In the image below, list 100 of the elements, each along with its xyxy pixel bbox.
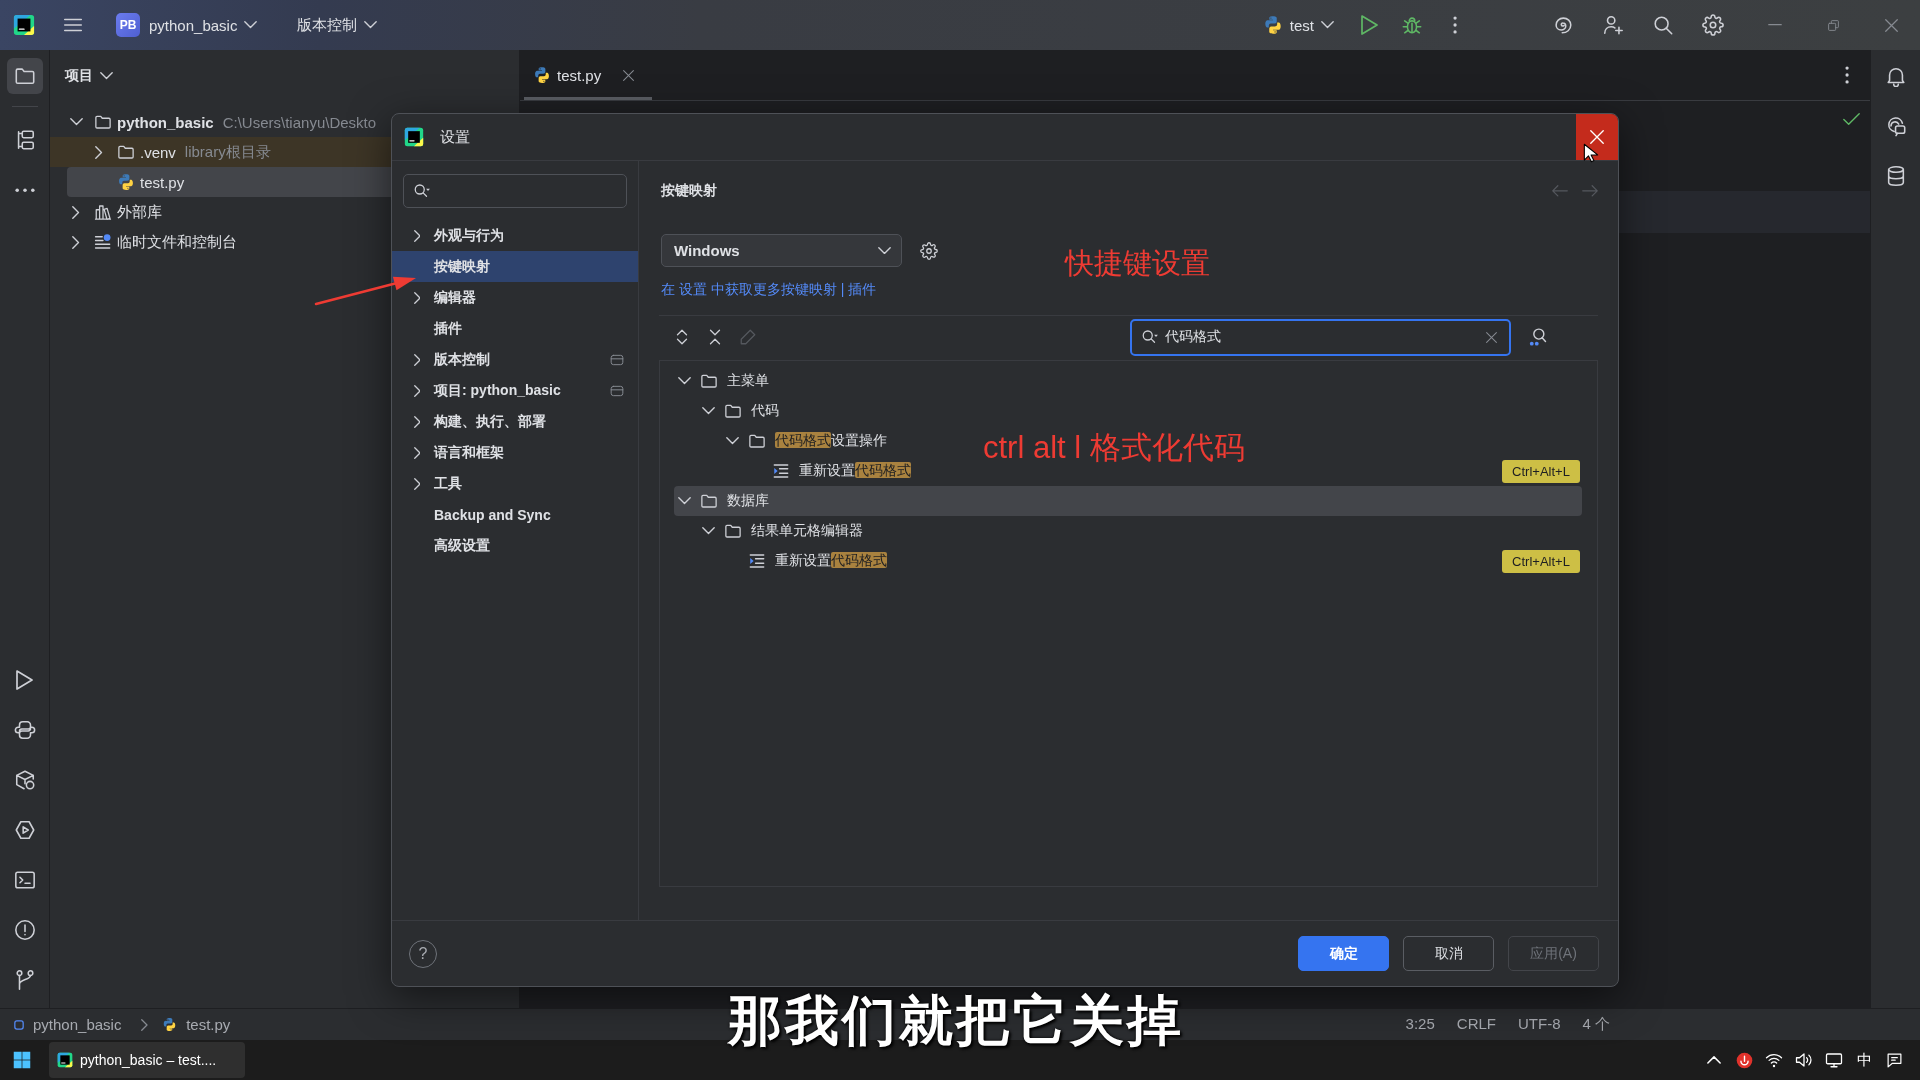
restore-icon[interactable] xyxy=(1826,18,1840,32)
chevron-right-icon[interactable] xyxy=(413,446,421,459)
message-icon[interactable] xyxy=(1885,1051,1903,1069)
chevron-right-icon[interactable] xyxy=(72,205,80,219)
page-title: 按键映射 xyxy=(661,182,717,200)
wifi-icon[interactable] xyxy=(1765,1051,1783,1069)
python-icon xyxy=(117,173,135,191)
cube-icon[interactable] xyxy=(13,769,36,791)
ok-button[interactable]: 确定 xyxy=(1298,936,1389,971)
chevron-down-icon[interactable] xyxy=(725,437,739,445)
clear-icon[interactable] xyxy=(1486,331,1497,343)
start-icon[interactable] xyxy=(13,1051,31,1069)
power-icon[interactable] xyxy=(1735,1051,1753,1069)
search-icon[interactable] xyxy=(1652,14,1674,36)
settings-nav-item[interactable]: 插件 xyxy=(392,313,638,344)
settings-nav-item[interactable]: 项目: python_basic xyxy=(392,375,638,406)
plugins-link[interactable]: 在 设置 中获取更多按键映射 | 插件 xyxy=(661,280,877,298)
chevron-down-icon xyxy=(364,21,378,29)
more-icon[interactable] xyxy=(1844,66,1849,84)
project-view-dropdown[interactable]: 项目 xyxy=(65,67,113,85)
chevron-down-icon[interactable] xyxy=(701,527,715,535)
more-icon[interactable] xyxy=(1452,16,1458,34)
keymap-tree-item[interactable]: 重新设置代码格式 xyxy=(725,546,887,576)
vcs-dropdown[interactable]: 版本控制 xyxy=(297,15,378,35)
chevron-right-icon[interactable] xyxy=(413,291,421,304)
speaker-icon[interactable] xyxy=(1795,1051,1813,1069)
folder-icon xyxy=(748,432,766,450)
settings-nav-item[interactable]: 构建、执行、部署 xyxy=(392,406,638,437)
app-logo-icon[interactable] xyxy=(13,14,35,36)
add-user-icon[interactable] xyxy=(1602,14,1624,36)
chevron-right-icon[interactable] xyxy=(413,353,421,366)
chevron-down-icon[interactable] xyxy=(677,497,691,505)
annotation-text: 快捷键设置 xyxy=(1065,246,1210,281)
folder-icon xyxy=(700,492,718,510)
settings-nav-item[interactable]: 版本控制 xyxy=(392,344,638,375)
folder-icon xyxy=(117,143,135,161)
project-badge: PB xyxy=(116,13,140,37)
settings-nav-item[interactable]: 高级设置 xyxy=(392,530,638,561)
settings-icon[interactable] xyxy=(1702,14,1724,36)
breadcrumb-item[interactable]: python_basic xyxy=(14,1016,122,1033)
python-outline-icon[interactable] xyxy=(13,719,36,741)
status-item[interactable]: 3:25 xyxy=(1405,1015,1435,1034)
close-icon[interactable] xyxy=(1884,18,1898,32)
cancel-button[interactable]: 取消 xyxy=(1403,936,1494,971)
chevron-down-icon[interactable] xyxy=(69,118,83,126)
spiral-icon[interactable] xyxy=(1552,14,1574,36)
chevron-right-icon[interactable] xyxy=(413,415,421,428)
folder-icon xyxy=(724,522,742,540)
keymap-tree-item[interactable]: 主菜单 xyxy=(677,366,769,396)
more-icon xyxy=(14,187,35,193)
search-icon xyxy=(413,182,431,200)
chevron-right-icon[interactable] xyxy=(413,384,421,397)
keymap-tree-item[interactable]: 结果单元格编辑器 xyxy=(701,516,863,546)
minimize-icon[interactable] xyxy=(1768,24,1782,26)
keymap-tree-item[interactable]: 代码格式设置操作 xyxy=(725,426,887,456)
status-item[interactable]: 4 个 xyxy=(1582,1015,1610,1034)
chevron-right-icon[interactable] xyxy=(95,145,103,159)
editor-tab[interactable]: test.py xyxy=(524,50,652,100)
exclamation-icon[interactable] xyxy=(13,919,36,941)
breadcrumb-item[interactable]: test.py xyxy=(162,1016,231,1033)
chevron-down-icon[interactable] xyxy=(677,377,691,385)
chevron-up-icon[interactable] xyxy=(1707,1056,1721,1064)
keymap-tree-item[interactable]: 重新设置代码格式 xyxy=(749,456,911,486)
keymap-tree-item[interactable]: 代码 xyxy=(701,396,779,426)
close-icon[interactable] xyxy=(623,69,634,81)
keymap-search-field[interactable]: 代码格式 xyxy=(1130,318,1511,356)
status-item[interactable]: UTF-8 xyxy=(1518,1015,1561,1034)
chevron-down-icon[interactable] xyxy=(701,407,715,415)
run-config-dropdown[interactable]: test xyxy=(1262,15,1334,35)
bug-icon[interactable] xyxy=(1401,14,1423,36)
close-button[interactable] xyxy=(1576,114,1618,160)
status-item[interactable]: CRLF xyxy=(1456,1015,1496,1034)
chevron-right-icon[interactable] xyxy=(413,229,421,242)
chevron-right-icon[interactable] xyxy=(72,235,80,249)
project-dropdown[interactable]: python_basic xyxy=(149,16,258,34)
card-icon xyxy=(610,383,624,398)
chevron-right-icon[interactable] xyxy=(413,477,421,490)
monitor-icon[interactable] xyxy=(1825,1051,1843,1069)
magnifier-dots-icon[interactable] xyxy=(1528,327,1548,347)
keymap-tree-item[interactable]: 数据库 xyxy=(677,486,769,516)
tool-window-button[interactable] xyxy=(6,58,43,94)
chevron-down-icon xyxy=(100,72,113,80)
settings-nav-item[interactable]: 按键映射 xyxy=(392,251,638,282)
terminal-icon[interactable] xyxy=(13,869,36,891)
notes-icon xyxy=(94,233,112,251)
books-icon xyxy=(94,203,112,221)
run-icon[interactable] xyxy=(1360,15,1378,35)
keymap-dropdown[interactable]: Windows xyxy=(661,234,902,267)
settings-icon[interactable] xyxy=(920,241,938,260)
settings-nav-item[interactable]: 编辑器 xyxy=(392,282,638,313)
branch-icon[interactable] xyxy=(13,969,36,991)
settings-search-field[interactable] xyxy=(403,174,627,208)
settings-nav-item[interactable]: 语言和框架 xyxy=(392,437,638,468)
settings-nav-item[interactable]: 工具 xyxy=(392,468,638,499)
taskbar-app[interactable]: python_basic – test.... xyxy=(49,1042,245,1078)
ime-indicator[interactable]: 中 xyxy=(1856,1050,1872,1070)
run-icon[interactable] xyxy=(16,670,33,690)
hexagon-play-icon[interactable] xyxy=(13,819,36,841)
bell-icon[interactable] xyxy=(1884,65,1907,87)
settings-nav-item[interactable]: Backup and Sync xyxy=(392,499,638,530)
